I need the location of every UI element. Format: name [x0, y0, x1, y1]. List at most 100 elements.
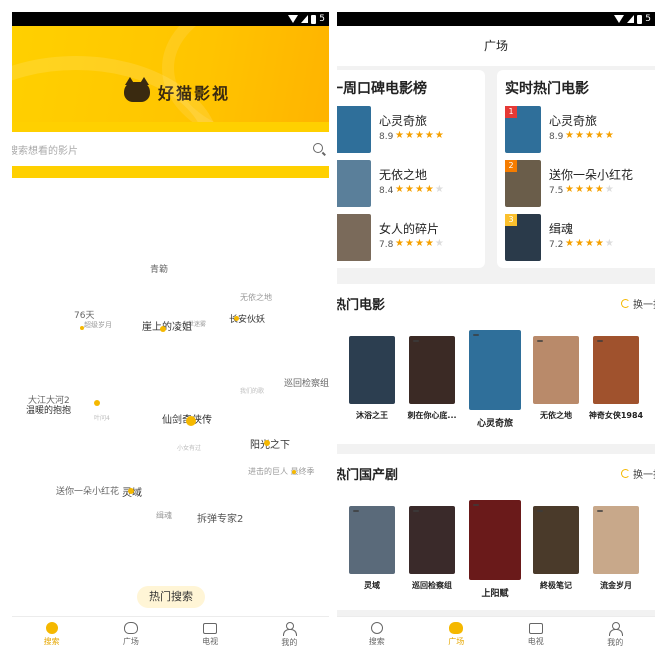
section-title: 热门电影 — [337, 298, 386, 313]
rank-badge: 1 — [505, 106, 517, 118]
refresh-button[interactable]: 换一批 — [621, 466, 655, 481]
movie-poster[interactable] — [533, 506, 579, 574]
movie-card[interactable]: 流金岁月 — [593, 506, 639, 594]
hot-search-button[interactable]: 热门搜索 — [137, 586, 205, 608]
search-icon[interactable] — [313, 143, 323, 153]
search-icon — [370, 622, 383, 634]
hot-search-tag[interactable]: 缉魂 — [156, 510, 172, 521]
tab-label: 电视 — [527, 636, 544, 646]
rating-stars: ★★★★★ — [565, 238, 615, 249]
movie-poster[interactable] — [409, 336, 455, 404]
user-icon — [609, 621, 624, 636]
movie-card[interactable]: 巡回检察组 — [409, 506, 455, 594]
ranking-item[interactable]: 心灵奇旅 8.9 ★★★★★ — [337, 106, 485, 154]
movie-poster[interactable] — [337, 160, 371, 207]
search-input[interactable]: 搜索想看的影片 — [12, 132, 329, 166]
star-icon: ★ — [395, 130, 405, 141]
movie-poster[interactable] — [409, 506, 455, 574]
battery-icon — [311, 14, 317, 24]
status-bar: 5 — [12, 12, 329, 26]
movie-title: 終极笔记 — [540, 581, 572, 590]
rating-stars: ★★★★★ — [565, 184, 615, 195]
refresh-icon — [621, 299, 630, 308]
star-icon: ★ — [565, 238, 575, 249]
hot-search-tag[interactable]: 崖上的凌姐 — [142, 318, 192, 333]
hd-badge — [597, 510, 603, 512]
star-icon: ★ — [404, 238, 415, 249]
tab-user[interactable]: 我的 — [250, 617, 329, 652]
hot-search-tag[interactable]: 巡回检察组 — [284, 376, 329, 389]
movie-score: 7.5 — [549, 186, 564, 196]
hot-search-tag[interactable]: 小女有过 — [177, 443, 201, 452]
star-icon: ★ — [584, 238, 595, 249]
movie-poster[interactable] — [533, 336, 579, 404]
tab-search[interactable]: 搜索 — [12, 617, 91, 652]
tab-tv[interactable]: 电视 — [496, 617, 576, 652]
ranking-item[interactable]: 1 心灵奇旅 8.9 ★★★★★ — [505, 106, 655, 154]
hd-badge — [597, 340, 603, 342]
star-icon: ★ — [424, 238, 435, 249]
movie-poster[interactable] — [469, 330, 521, 410]
movie-poster[interactable] — [469, 500, 521, 580]
hot-search-tag[interactable]: 我们的歌 — [240, 386, 264, 395]
movie-card[interactable]: 灵域 — [349, 506, 395, 594]
star-icon: ★ — [395, 238, 405, 249]
ranking-item[interactable]: 无依之地 8.4 ★★★★★ — [337, 160, 485, 208]
ranking-carousel[interactable]: 一周口碑电影榜 心灵奇旅 8.9 ★★★★★ 无依之地 8.4 ★★★★★ 女人的碎片 7.8 ★… — [337, 70, 655, 270]
movie-card[interactable]: 沐浴之王 — [349, 336, 395, 424]
ranking-card[interactable]: 一周口碑电影榜 心灵奇旅 8.9 ★★★★★ 无依之地 8.4 ★★★★★ 女人的碎片 7.8 ★… — [337, 70, 485, 268]
ranking-item[interactable]: 3 缉魂 7.2 ★★★★★ — [505, 214, 655, 262]
hot-search-tag[interactable]: 温暖的抱抱 — [26, 403, 71, 416]
star-icon: ★ — [404, 130, 415, 141]
decorative-dot — [186, 416, 196, 426]
ranking-item[interactable]: 女人的碎片 7.8 ★★★★★ — [337, 214, 485, 262]
movie-card[interactable]: 神奇女侠1984 — [589, 336, 643, 424]
hot-search-tag[interactable]: 青簕 — [150, 262, 168, 275]
star-icon: ★ — [424, 184, 435, 195]
movie-poster[interactable] — [337, 214, 371, 261]
movie-title: 神奇女侠1984 — [588, 411, 644, 420]
cat-logo-icon — [124, 77, 150, 102]
star-icon: ★ — [434, 238, 445, 249]
movie-card[interactable]: 上阳赋 — [469, 500, 521, 600]
ranking-item[interactable]: 2 送你一朵小红花 7.5 ★★★★★ — [505, 160, 655, 208]
rank-badge: 2 — [505, 160, 517, 172]
hot-search-tag[interactable]: 无依之地 — [240, 292, 272, 303]
plaza-screen: 5 广场 一周口碑电影榜 心灵奇旅 8.9 ★★★★★ 无依之地 8.4 ★★★★★ 女人的碎… — [337, 12, 655, 652]
star-icon: ★ — [424, 130, 435, 141]
star-icon: ★ — [604, 238, 615, 249]
hot-search-tag[interactable]: 送你一朵小红花 — [56, 484, 119, 497]
star-icon: ★ — [414, 238, 425, 249]
app-logo: 好猫影视 — [124, 77, 230, 104]
movie-poster[interactable] — [593, 336, 639, 404]
refresh-button[interactable]: 换一批 — [621, 296, 655, 311]
movie-poster[interactable] — [349, 336, 395, 404]
hot-search-tag[interactable]: 超级岁月 — [84, 320, 112, 330]
movie-card[interactable]: 刺在你心底... — [407, 336, 457, 424]
tab-cat[interactable]: 广场 — [417, 617, 497, 652]
bottom-tab-bar: 搜索 广场 电视 我的 — [337, 616, 655, 652]
hot-search-tag[interactable]: 拆弹专家2 — [197, 510, 243, 525]
hot-movies-section: 热门电影 换一批 沐浴之王 刺在你心底... 心灵奇旅 无依之地 神奇女侠1984 — [337, 284, 655, 444]
movie-poster[interactable] — [337, 106, 371, 153]
search-screen: 5 好猫影视 搜索想看的影片 青簕 无依之地 76天 长安伙妖 人世迷雾 崖上的凌姐 超级岁… — [12, 12, 329, 652]
movie-poster[interactable] — [593, 506, 639, 574]
hot-search-tag[interactable]: 进击的巨人 最终季 — [248, 466, 315, 477]
tab-cat[interactable]: 广场 — [91, 617, 170, 652]
tab-search[interactable]: 搜索 — [337, 617, 417, 652]
decorative-dot — [160, 326, 166, 332]
tab-user[interactable]: 我的 — [576, 617, 656, 652]
movie-card[interactable]: 終极笔记 — [533, 506, 579, 594]
movie-score: 8.9 — [549, 132, 564, 142]
status-text: 5 — [319, 14, 325, 24]
movie-title: 上阳赋 — [481, 589, 509, 599]
ranking-card[interactable]: 实时热门电影 1 心灵奇旅 8.9 ★★★★★ 2 送你一朵小红花 7.5 ★★★★★ 3 缉魂 7.… — [497, 70, 655, 268]
movie-card[interactable]: 无依之地 — [533, 336, 579, 424]
star-icon: ★ — [594, 130, 605, 141]
tab-tv[interactable]: 电视 — [171, 617, 250, 652]
movie-card[interactable]: 心灵奇旅 — [469, 330, 521, 430]
movie-poster[interactable] — [349, 506, 395, 574]
star-icon: ★ — [574, 184, 585, 195]
hot-search-tag[interactable]: 叶问4 — [94, 413, 110, 422]
hot-search-tag[interactable]: 阳光之下 — [250, 436, 290, 451]
